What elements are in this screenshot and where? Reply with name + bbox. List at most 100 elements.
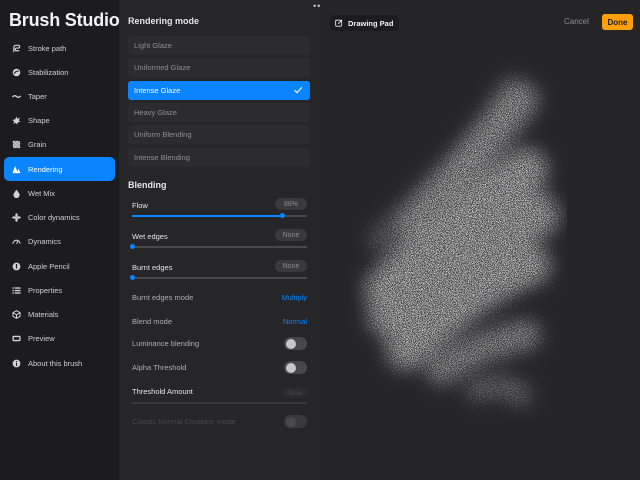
mode-option-label: Heavy Glaze: [134, 108, 177, 117]
sidebar-item-label: Properties: [28, 285, 63, 295]
properties-icon: [12, 286, 21, 295]
sidebar-item-label: Grain: [28, 139, 47, 149]
toggle-knob: [285, 362, 296, 373]
info-icon: [12, 359, 21, 368]
taper-icon: [12, 92, 21, 101]
mode-option-intense-blending[interactable]: Intense Blending: [128, 148, 310, 167]
mode-option-label: Uniformed Glaze: [134, 63, 191, 72]
toggle-knob: [285, 416, 296, 427]
edit-icon: [335, 19, 343, 27]
wet-edges-label: Wet edges: [132, 232, 168, 241]
dynamics-icon: [12, 237, 21, 246]
flow-slider-fill: [132, 215, 283, 217]
color-dynamics-icon: [12, 212, 21, 222]
rendering-icon: [12, 165, 21, 174]
threshold-amount-label: Threshold Amount: [132, 387, 193, 396]
mode-option-label: Intense Blending: [134, 153, 190, 162]
sidebar-item-rendering[interactable]: Rendering: [4, 157, 115, 181]
app-title: Brush Studio: [9, 10, 120, 30]
sidebar-item-label: Stabilization: [28, 67, 69, 77]
mode-option-light-glaze[interactable]: Light Glaze: [128, 36, 310, 55]
sidebar-item-label: Wet Mix: [28, 188, 55, 198]
flow-slider-row: Flow 86%: [132, 198, 307, 227]
sidebar-item-materials[interactable]: Materials: [4, 302, 115, 326]
burnt-edges-mode-value[interactable]: Multiply: [282, 293, 307, 302]
sidebar-item-label: Apple Pencil: [28, 261, 70, 271]
sidebar-item-dynamics[interactable]: Dynamics: [4, 229, 115, 253]
sidebar-item-grain[interactable]: Grain: [4, 132, 115, 156]
sidebar-item-properties[interactable]: Properties: [4, 278, 115, 302]
threshold-amount-slider: [132, 402, 307, 404]
blending-title: Blending: [128, 180, 167, 190]
sidebar-item-color-dynamics[interactable]: Color dynamics: [4, 205, 115, 229]
sidebar-item-label: Color dynamics: [28, 212, 80, 222]
mode-option-uniform-blending[interactable]: Uniform Blending: [128, 125, 310, 144]
sidebar-item-label: Rendering: [28, 164, 63, 174]
mode-option-label: Light Glaze: [134, 41, 172, 50]
luminance-blending-label: Luminance blending: [132, 339, 200, 348]
sidebar-item-apple-pencil[interactable]: Apple Pencil: [4, 254, 115, 278]
burnt-edges-slider[interactable]: [129, 275, 307, 280]
sidebar: Brush Studio Stroke path Stabilization T…: [0, 0, 120, 480]
burnt-edges-mode-label: Burnt edges mode: [132, 293, 194, 302]
mode-option-label: Uniform Blending: [134, 130, 192, 139]
sidebar-item-label: Materials: [28, 309, 59, 319]
grain-icon: [12, 140, 21, 149]
sidebar-item-stabilization[interactable]: Stabilization: [4, 60, 115, 84]
blend-mode-row[interactable]: Blend mode Normal: [132, 315, 307, 329]
burnt-edges-mode-row[interactable]: Burnt edges mode Multiply: [132, 291, 307, 305]
mode-option-label: Intense Glaze: [134, 86, 181, 95]
wet-mix-icon: [12, 189, 21, 198]
classic-normal-combine-label: Classic Normal Combine mode: [132, 417, 236, 426]
luminance-blending-toggle[interactable]: [284, 337, 307, 350]
checkmark-icon: [294, 86, 303, 94]
flow-slider[interactable]: [132, 213, 307, 218]
classic-normal-combine-toggle: [284, 415, 307, 428]
wet-edges-slider-knob[interactable]: [129, 244, 135, 249]
sidebar-item-preview[interactable]: Preview: [4, 326, 115, 350]
stroke-path-icon: [12, 44, 21, 53]
shape-icon: [12, 115, 21, 125]
alpha-threshold-toggle[interactable]: [284, 361, 307, 374]
wet-edges-slider[interactable]: [129, 244, 307, 249]
wet-edges-value[interactable]: None: [275, 229, 307, 241]
blend-mode-value[interactable]: Normal: [283, 317, 307, 326]
drawing-pad-canvas[interactable]: Drawing Pad Cancel Done: [321, 0, 640, 480]
flow-value[interactable]: 86%: [275, 198, 307, 210]
materials-icon: [12, 309, 21, 319]
flow-slider-knob[interactable]: [280, 213, 285, 218]
sidebar-item-label: Shape: [28, 115, 50, 125]
done-button[interactable]: Done: [602, 14, 633, 30]
burnt-edges-label: Burnt edges: [132, 263, 173, 272]
burnt-edges-value[interactable]: None: [275, 260, 307, 272]
brush-stroke-preview: [364, 77, 559, 406]
sidebar-item-taper[interactable]: Taper: [4, 84, 115, 108]
sidebar-item-shape[interactable]: Shape: [4, 108, 115, 132]
sidebar-item-about[interactable]: About this brush: [4, 351, 115, 375]
cancel-button[interactable]: Cancel: [564, 17, 589, 26]
drawing-pad-button[interactable]: Drawing Pad: [330, 15, 400, 31]
burnt-edges-slider-knob[interactable]: [129, 275, 135, 280]
blend-mode-label: Blend mode: [132, 317, 173, 326]
classic-normal-combine-row: Classic Normal Combine mode: [132, 415, 307, 429]
toggle-knob: [285, 338, 296, 349]
mode-option-intense-glaze[interactable]: Intense Glaze: [128, 81, 310, 100]
sidebar-item-label: Preview: [28, 333, 55, 343]
mode-option-uniformed-glaze[interactable]: Uniformed Glaze: [128, 58, 310, 77]
flow-label: Flow: [132, 201, 148, 210]
threshold-amount-row: Threshold Amount: [132, 385, 307, 399]
burnt-edges-slider-row: Burnt edges None: [129, 260, 307, 289]
sidebar-item-stroke-path[interactable]: Stroke path: [4, 36, 115, 60]
sidebar-item-label: About this brush: [28, 358, 83, 368]
apple-pencil-icon: [12, 262, 21, 271]
rendering-mode-title: Rendering mode: [128, 16, 200, 26]
sidebar-item-label: Taper: [28, 91, 47, 101]
sidebar-item-label: Stroke path: [28, 43, 67, 53]
drawing-pad-label: Drawing Pad: [348, 18, 394, 28]
sidebar-item-wet-mix[interactable]: Wet Mix: [4, 181, 115, 205]
alpha-threshold-row: Alpha Threshold: [132, 361, 307, 375]
mode-option-heavy-glaze[interactable]: Heavy Glaze: [128, 103, 310, 122]
stabilization-icon: [12, 68, 21, 77]
sidebar-item-label: Dynamics: [28, 236, 61, 246]
preview-icon: [12, 334, 21, 343]
